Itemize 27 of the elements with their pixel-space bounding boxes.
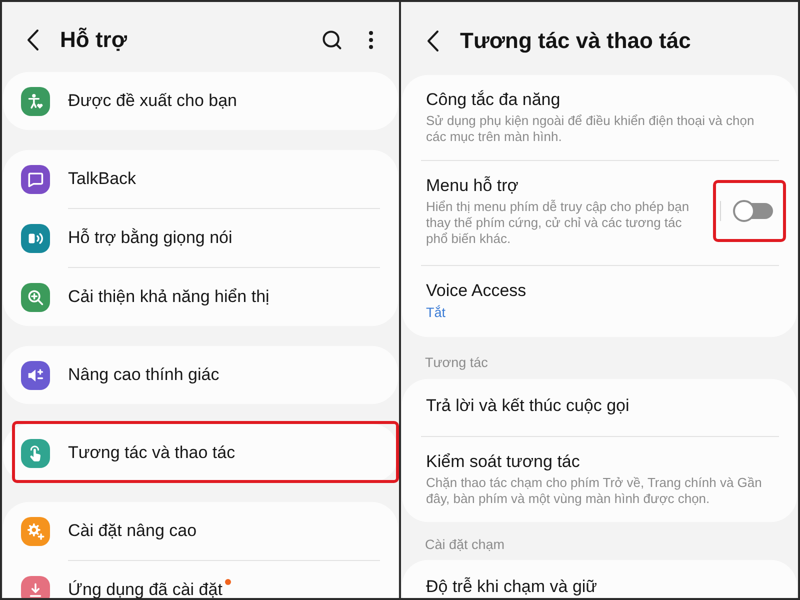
screen-title: Tương tác và thao tác: [460, 27, 691, 55]
screen-title: Hỗ trợ: [60, 26, 127, 54]
search-icon: [321, 29, 343, 51]
settings-item[interactable]: Hỗ trợ bằng giọng nói: [3, 209, 398, 267]
back-icon: [427, 30, 439, 52]
settings-item[interactable]: Công tắc đa năng Sử dụng phụ kiện ngoài để điều khiển điện thoại và chọn các mục trên màn hình.: [402, 75, 797, 160]
settings-item[interactable]: Cài đặt nâng cao: [3, 502, 398, 560]
more-options-button[interactable]: [369, 31, 373, 49]
back-icon: [27, 29, 39, 51]
toggle-switch[interactable]: [733, 199, 773, 223]
settings-item[interactable]: Độ trễ khi chạm và giữ: [402, 560, 797, 598]
item-title: Menu hỗ trợ: [426, 175, 518, 197]
settings-item[interactable]: Trả lời và kết thúc cuộc gọi: [402, 379, 797, 436]
section-header: Cài đặt chạm: [425, 536, 505, 554]
search-button[interactable]: [321, 29, 343, 51]
settings-item[interactable]: Tương tác và thao tác: [3, 424, 398, 482]
settings-item[interactable]: Nâng cao thính giác: [3, 346, 398, 404]
settings-item[interactable]: TalkBack: [3, 150, 398, 208]
more-icon: [369, 31, 373, 49]
back-button[interactable]: [427, 30, 439, 52]
section-header: Tương tác: [425, 354, 488, 372]
settings-item[interactable]: Kiểm soát tương tác Chặn thao tác chạm cho phím Trở về, Trang chính và Gần đây, bàn phím và một vùng màn hình được chọn.: [402, 437, 797, 522]
back-button[interactable]: [27, 29, 39, 51]
settings-item[interactable]: Voice Access Tắt: [402, 266, 797, 337]
settings-item[interactable]: Cải thiện khả năng hiển thị: [3, 268, 398, 326]
settings-item[interactable]: Được đề xuất cho bạn: [3, 72, 398, 130]
item-description: Hiển thị menu phím dễ truy cập cho phép bạn thay thế phím cứng, cử chỉ và các tương tác phổ biến khác.: [426, 199, 690, 247]
